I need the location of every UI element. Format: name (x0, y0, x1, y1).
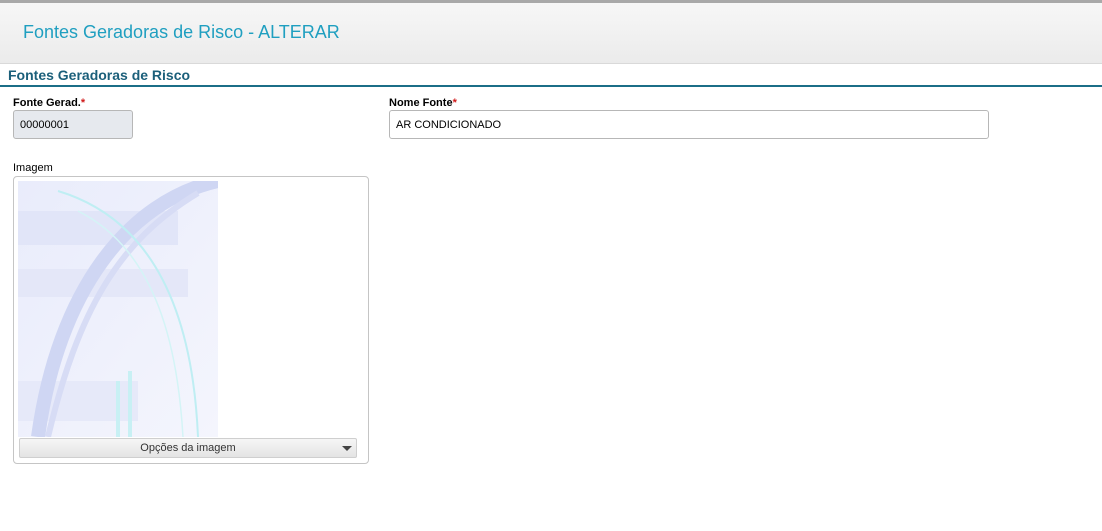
required-mark: * (452, 97, 457, 109)
page-header: Fontes Geradoras de Risco - ALTERAR (0, 3, 1102, 64)
fonte-gerad-input[interactable] (13, 110, 133, 139)
section-title: Fontes Geradoras de Risco (8, 67, 191, 83)
nome-fonte-input[interactable] (389, 110, 989, 139)
image-options-button[interactable]: Opções da imagem (19, 438, 357, 458)
image-options-label: Opções da imagem (140, 442, 236, 454)
image-placeholder-graphic (18, 181, 218, 437)
image-panel: Opções da imagem (13, 176, 369, 464)
page-title: Fontes Geradoras de Risco - ALTERAR (23, 22, 340, 42)
section-divider (0, 85, 1102, 87)
required-mark: * (80, 97, 86, 109)
image-label: Imagem (13, 162, 53, 174)
nome-fonte-label: Nome Fonte* (389, 97, 457, 109)
chevron-down-icon (342, 446, 352, 451)
fonte-gerad-label: Fonte Gerad.* (13, 97, 86, 109)
